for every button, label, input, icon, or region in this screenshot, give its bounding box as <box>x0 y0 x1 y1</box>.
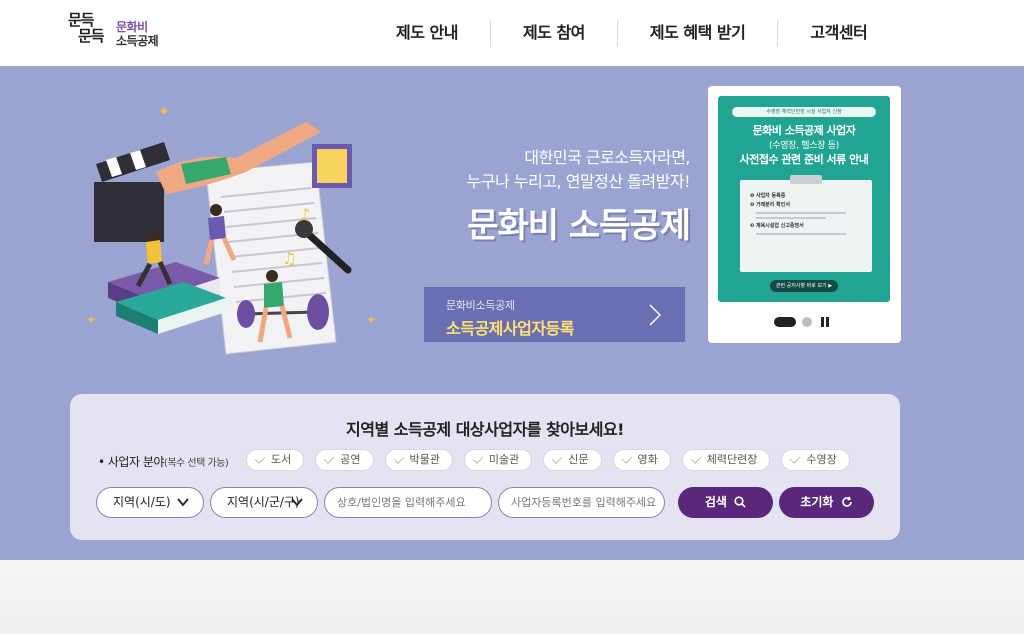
logo-text: 문화비 소득공제 <box>116 20 159 48</box>
svg-text:✦: ✦ <box>158 104 170 120</box>
check-icon <box>690 453 702 464</box>
tagline-line2: 누구나 누리고, 연말정산 돌려받자! <box>466 172 691 191</box>
search-icon <box>734 496 746 508</box>
banner-document-illustration: ❶ 사업자 등록증 ❷ 거래분리 확인서 ❸ 체육시설업 신고증명서 <box>740 175 872 272</box>
banner-heading1: 문화비 소득공제 사업자 <box>752 124 856 137</box>
culture-illustration: ♪ ♫ ✦ ✦ ✦ <box>86 104 376 355</box>
banner-top-strip: 수영장·체력단련장 시설 사업자 신청 <box>732 107 876 117</box>
region-province-select[interactable]: 지역(시/도) <box>96 487 204 518</box>
banner-heading3: 사전접수 관련 준비 서류 안내 <box>739 153 869 166</box>
carousel-dot-active[interactable] <box>774 317 796 327</box>
hero-tagline: 대한민국 근로소득자라면, 누구나 누리고, 연말정산 돌려받자! <box>400 146 691 194</box>
chevron-down-icon <box>177 498 189 507</box>
notice-banner-carousel: 수영장·체력단련장 시설 사업자 신청 문화비 소득공제 사업자 (수영장, 헬… <box>708 86 901 343</box>
nav-item-participate[interactable]: 제도 참여 <box>489 20 617 46</box>
category-chip-books[interactable]: 도서 <box>246 449 305 471</box>
check-icon <box>393 453 404 464</box>
site-logo[interactable]: 문득 문득 문화비 소득공제 <box>68 12 168 54</box>
logo-text-line2: 소득공제 <box>116 34 159 48</box>
business-search-panel: 지역별 소득공제 대상사업자를 찾아보세요! • 사업자 분야(복수 선택 가능… <box>70 394 900 540</box>
nav-item-benefit[interactable]: 제도 혜택 받기 <box>616 20 777 46</box>
business-register-button[interactable]: 문화비소득공제 소득공제사업자등록 <box>424 287 685 342</box>
search-title: 지역별 소득공제 대상사업자를 찾아보세요! <box>346 420 624 439</box>
bottom-background <box>0 560 1024 634</box>
category-chip-performance[interactable]: 공연 <box>315 449 374 471</box>
check-icon <box>621 453 632 464</box>
hero-title: 문화비 소득공제 <box>467 206 691 246</box>
category-chip-museum[interactable]: 박물관 <box>384 449 453 471</box>
business-name-input[interactable] <box>324 487 492 518</box>
svg-text:✦: ✦ <box>86 313 96 327</box>
check-icon <box>472 453 484 464</box>
site-header: 문득 문득 문화비 소득공제 제도 안내 제도 참여 제도 혜택 받기 고객센터 <box>0 0 1024 66</box>
region-city-select[interactable]: 지역(시/군/구) <box>210 487 318 518</box>
pause-icon[interactable] <box>820 317 830 327</box>
logo-mark-line2: 문득 <box>78 27 105 45</box>
check-icon <box>552 453 563 464</box>
logo-mark: 문득 문득 <box>68 12 105 45</box>
reset-button[interactable]: 초기화 <box>779 487 874 518</box>
category-note: (복수 선택 가능) <box>163 458 229 469</box>
svg-text:✦: ✦ <box>366 313 376 327</box>
nav-item-support[interactable]: 고객센터 <box>777 20 899 46</box>
banner-slide[interactable]: 수영장·체력단련장 시설 사업자 신청 문화비 소득공제 사업자 (수영장, 헬… <box>718 96 890 302</box>
banner-doc-item: ❶ 사업자 등록증 <box>750 193 786 199</box>
svg-text:♪: ♪ <box>300 205 310 224</box>
logo-text-line1: 문화비 <box>116 20 148 34</box>
check-icon <box>254 453 266 464</box>
chevron-right-icon <box>649 304 661 326</box>
svg-text:♫: ♫ <box>282 249 296 268</box>
category-chip-art-gallery[interactable]: 미술관 <box>463 449 533 471</box>
chevron-down-icon <box>291 498 303 507</box>
banner-heading2: (수영장, 헬스장 등) <box>769 141 839 151</box>
category-chip-fitness[interactable]: 체력단련장 <box>681 449 771 471</box>
clipboard-clip-icon <box>790 175 822 184</box>
carousel-controls <box>774 316 834 328</box>
business-number-input[interactable] <box>498 487 665 518</box>
category-chip-movie[interactable]: 영화 <box>612 449 671 471</box>
search-button[interactable]: 검색 <box>678 487 773 518</box>
category-chips: 도서 공연 박물관 미술관 신문 영화 체력단련장 수영장 <box>246 449 850 471</box>
category-label: • 사업자 분야(복수 선택 가능) <box>98 455 229 469</box>
hero-section: ♪ ♫ ✦ ✦ ✦ 대한민국 근로소득자라면, 누구나 누리고, 연말정산 돌려… <box>0 66 1024 560</box>
check-icon <box>790 453 801 464</box>
category-chip-swimming-pool[interactable]: 수영장 <box>781 449 850 471</box>
refresh-icon <box>841 496 852 507</box>
nav-item-guide[interactable]: 제도 안내 <box>364 20 490 46</box>
banner-doc-item: ❷ 거래분리 확인서 <box>750 202 790 208</box>
main-nav: 제도 안내 제도 참여 제도 혜택 받기 고객센터 <box>364 16 899 50</box>
check-icon <box>324 453 335 464</box>
category-chip-newspaper[interactable]: 신문 <box>543 449 602 471</box>
banner-doc-item: ❸ 체육시설업 신고증명서 <box>750 223 804 229</box>
tagline-line1: 대한민국 근로소득자라면, <box>524 148 690 167</box>
banner-notice-link[interactable]: 관련 공지사항 바로 보기 ▶ <box>770 280 838 292</box>
carousel-dot[interactable] <box>802 317 812 327</box>
